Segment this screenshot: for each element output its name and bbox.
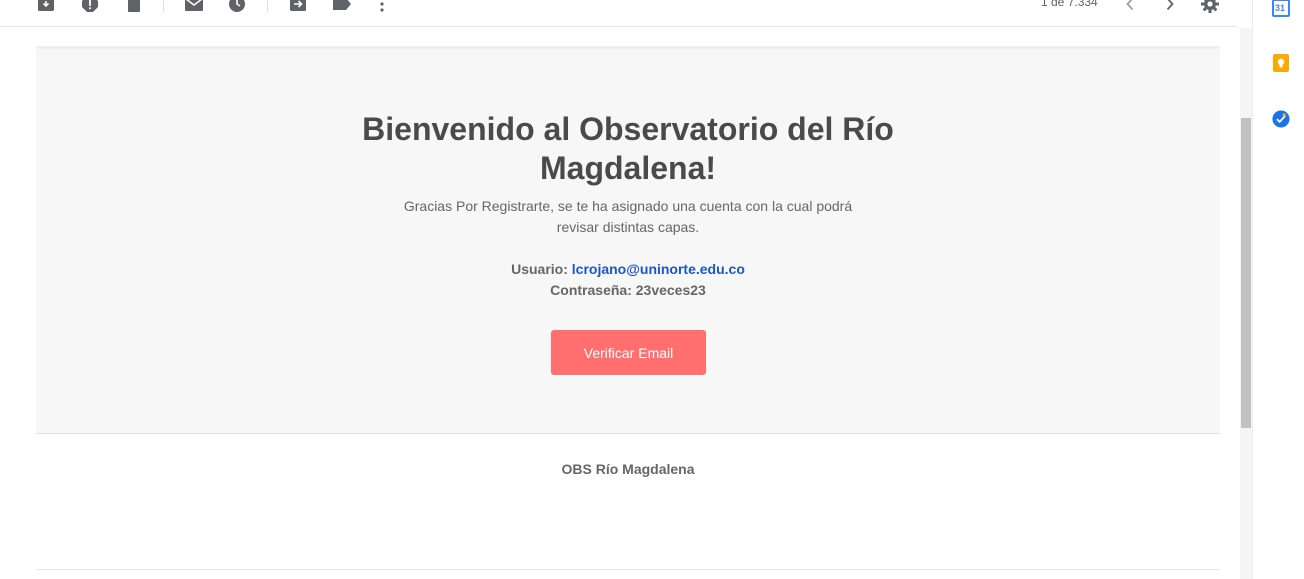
tasks-check-icon[interactable] [1272,110,1290,128]
password-row: Contraseña: 23veces23 [36,280,1220,301]
delete-icon[interactable] [124,0,144,14]
headline-line-2: Magdalena! [539,150,717,186]
more-options-icon[interactable] [372,0,392,14]
welcome-headline: Bienvenido al Observatorio del Río Magda… [36,110,1220,188]
scrollbar-thumb[interactable] [1241,118,1251,428]
toolbar-divider [163,0,164,12]
keep-lightbulb-icon[interactable] [1272,54,1290,72]
username-row: Usuario: lcrojano@uninorte.edu.co [36,259,1220,280]
password-label: Contraseña: [550,282,632,298]
mark-unread-icon[interactable] [184,0,204,14]
report-spam-icon[interactable] [80,0,100,14]
verify-email-button[interactable]: Verificar Email [551,330,706,375]
calendar-icon[interactable]: 31 [1272,0,1290,17]
older-chevron-right-icon[interactable] [1160,0,1180,14]
snooze-icon[interactable] [227,0,247,14]
newer-chevron-left-icon[interactable] [1120,0,1140,14]
settings-gear-icon[interactable] [1200,0,1220,14]
password-value: 23veces23 [635,282,706,298]
message-count: 1 de 7.334 [1041,0,1098,9]
calendar-badge: 31 [1275,3,1286,13]
username-label: Usuario: [511,261,568,277]
username-email-link[interactable]: lcrojano@uninorte.edu.co [572,261,745,277]
archive-icon[interactable] [36,0,56,14]
side-panel: 31 [1252,0,1304,579]
label-icon[interactable] [332,0,352,14]
headline-line-1: Bienvenido al Observatorio del Río [362,111,894,147]
footer-divider [36,569,1220,570]
message-toolbar: 1 de 7.334 [0,0,1236,27]
footer-sender-name: OBS Río Magdalena [561,461,695,477]
move-to-icon[interactable] [288,0,308,14]
toolbar-divider [267,0,268,12]
intro-line-2: revisar distintas capas. [556,219,700,235]
intro-text: Gracias Por Registrarte, se te ha asigna… [36,196,1220,238]
email-body-card: Bienvenido al Observatorio del Río Magda… [36,46,1220,434]
intro-line-1: Gracias Por Registrarte, se te ha asigna… [403,198,853,214]
